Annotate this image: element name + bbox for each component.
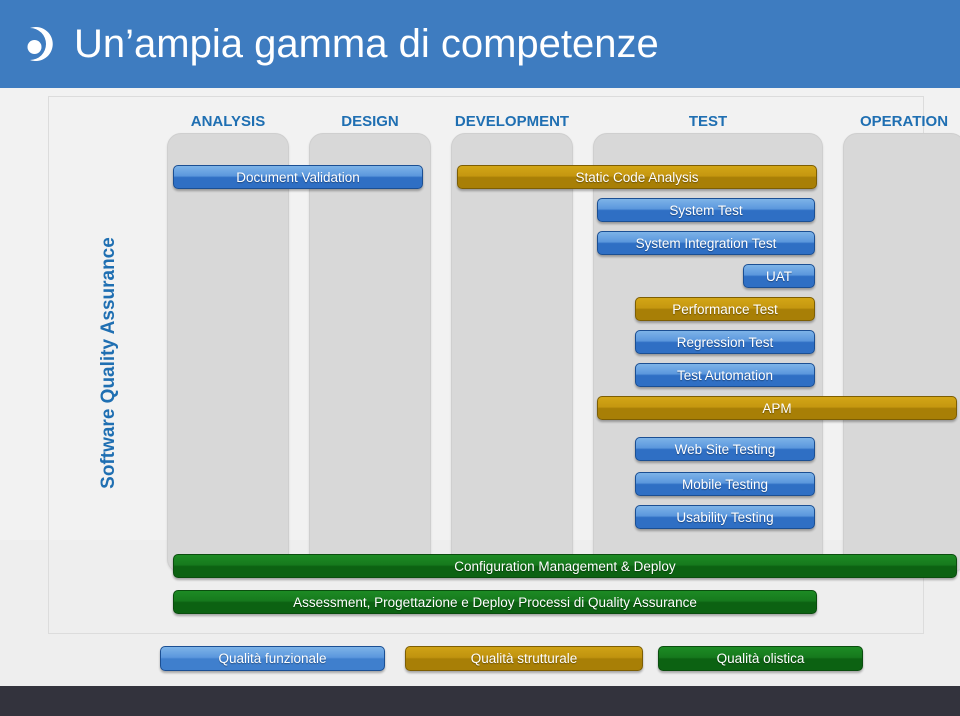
capability-bar[interactable]: Web Site Testing <box>635 437 815 461</box>
lane-analysis <box>167 133 289 573</box>
capability-bar[interactable]: Mobile Testing <box>635 472 815 496</box>
vertical-axis-label: Software Quality Assurance <box>98 237 119 489</box>
capability-bar[interactable]: Document Validation <box>173 165 423 189</box>
slide-body: Software Quality Assurance ANALYSIS DESIG… <box>0 88 960 716</box>
lane-design <box>309 133 431 573</box>
legend-item[interactable]: Qualità funzionale <box>160 646 385 671</box>
slide-title-bar: Un’ampia gamma di competenze <box>0 0 960 88</box>
capability-bar[interactable]: Usability Testing <box>635 505 815 529</box>
column-header-analysis: ANALYSIS <box>190 113 266 130</box>
crescent-logo-icon <box>16 22 60 66</box>
capability-bar[interactable]: Configuration Management & Deploy <box>173 554 957 578</box>
capability-diagram: Software Quality Assurance ANALYSIS DESIG… <box>48 96 960 634</box>
capability-bar[interactable]: Regression Test <box>635 330 815 354</box>
column-header-operation: OPERATION <box>859 113 949 130</box>
page-title: Un’ampia gamma di competenze <box>74 22 659 66</box>
legend-item[interactable]: Qualità strutturale <box>405 646 643 671</box>
capability-bar[interactable]: Static Code Analysis <box>457 165 817 189</box>
lane-development <box>451 133 573 573</box>
lane-operation <box>843 133 960 573</box>
legend-item[interactable]: Qualità olistica <box>658 646 863 671</box>
column-header-test: TEST <box>688 113 728 130</box>
capability-bar[interactable]: Assessment, Progettazione e Deploy Proce… <box>173 590 817 614</box>
slide-footer-bar <box>0 686 960 716</box>
column-header-design: DESIGN <box>341 113 399 130</box>
capability-bar[interactable]: Performance Test <box>635 297 815 321</box>
column-header-development: DEVELOPMENT <box>454 113 570 130</box>
capability-bar[interactable]: APM <box>597 396 957 420</box>
capability-bar[interactable]: UAT <box>743 264 815 288</box>
capability-bar[interactable]: Test Automation <box>635 363 815 387</box>
capability-bar[interactable]: System Test <box>597 198 815 222</box>
capability-bar[interactable]: System Integration Test <box>597 231 815 255</box>
